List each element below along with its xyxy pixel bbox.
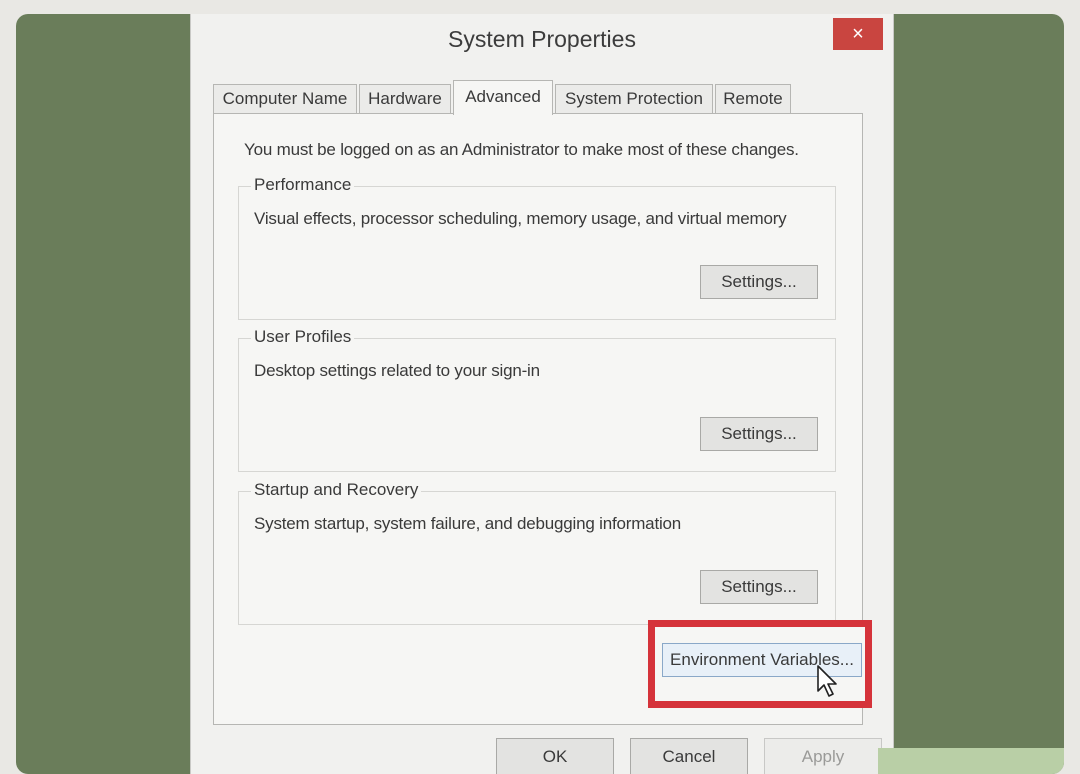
tab-advanced[interactable]: Advanced: [453, 80, 553, 115]
performance-group: Performance Visual effects, processor sc…: [238, 175, 836, 320]
startup-recovery-group: Startup and Recovery System startup, sys…: [238, 480, 836, 625]
watermark-badge: [878, 748, 1064, 774]
user-profiles-group: User Profiles Desktop settings related t…: [238, 327, 836, 472]
screenshot-frame: System Properties × Computer Name Hardwa…: [16, 14, 1064, 774]
admin-note: You must be logged on as an Administrato…: [244, 140, 799, 159]
system-properties-dialog: System Properties × Computer Name Hardwa…: [190, 14, 894, 774]
tab-system-protection[interactable]: System Protection: [555, 84, 713, 113]
close-button[interactable]: ×: [833, 18, 883, 50]
highlight-box: Environment Variables...: [648, 620, 872, 708]
mouse-cursor-icon: [817, 665, 837, 697]
tab-computer-name[interactable]: Computer Name: [213, 84, 357, 113]
user-profiles-settings-button[interactable]: Settings...: [700, 417, 818, 451]
advanced-tab-panel: You must be logged on as an Administrato…: [213, 113, 872, 725]
cancel-button[interactable]: Cancel: [630, 738, 748, 774]
performance-title: Performance: [251, 175, 355, 195]
apply-button[interactable]: Apply: [764, 738, 882, 774]
user-profiles-title: User Profiles: [251, 327, 355, 347]
startup-recovery-title: Startup and Recovery: [251, 480, 422, 500]
user-profiles-description: Desktop settings related to your sign-in: [254, 361, 540, 380]
dialog-title: System Properties: [448, 26, 636, 52]
startup-recovery-settings-button[interactable]: Settings...: [700, 570, 818, 604]
close-icon: ×: [852, 23, 864, 45]
performance-description: Visual effects, processor scheduling, me…: [254, 209, 787, 228]
tab-remote[interactable]: Remote: [715, 84, 791, 113]
ok-button[interactable]: OK: [496, 738, 614, 774]
tab-hardware[interactable]: Hardware: [359, 84, 451, 113]
startup-recovery-description: System startup, system failure, and debu…: [254, 514, 682, 533]
performance-settings-button[interactable]: Settings...: [700, 265, 818, 299]
